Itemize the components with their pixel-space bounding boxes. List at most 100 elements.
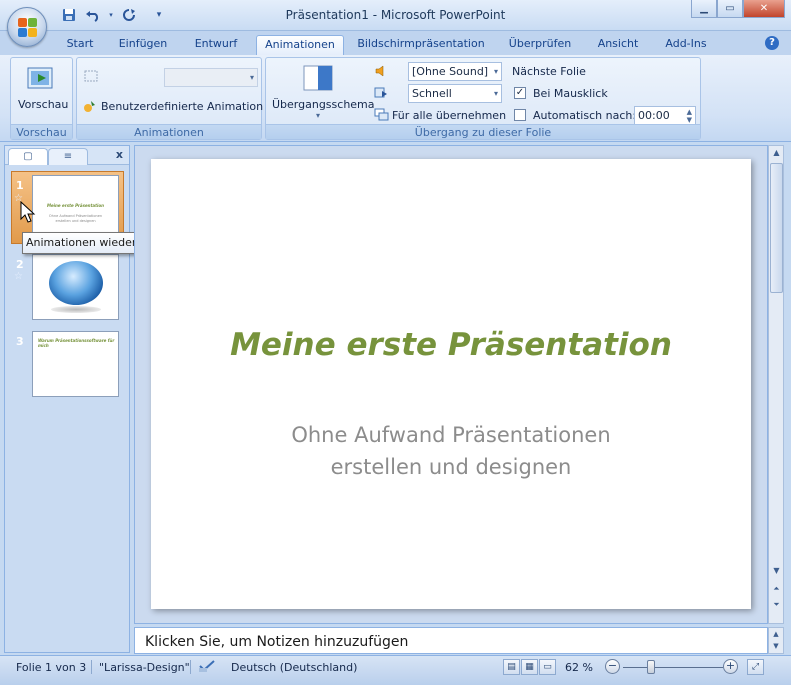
slide-subtitle[interactable]: Ohne Aufwand Präsentationen erstellen un… (151, 419, 751, 483)
preview-button[interactable]: Vorschau (18, 98, 68, 111)
group-label-uebergang: Übergang zu dieser Folie (266, 124, 700, 139)
animate-icon (83, 69, 99, 83)
spellcheck-icon[interactable] (198, 659, 216, 673)
fit-to-window-icon[interactable]: ⤢ (747, 659, 764, 675)
notes-scrollbar[interactable]: ▲ ▼ (768, 627, 784, 654)
maximize-button[interactable]: ▭ (717, 0, 743, 18)
tab-bildschirmpraesentation[interactable]: Bildschirmpräsentation (354, 35, 488, 55)
slide-title[interactable]: Meine erste Präsentation (151, 327, 751, 363)
speed-icon (374, 86, 388, 100)
scroll-thumb[interactable] (770, 163, 783, 293)
title-bar: ▾ ▾ Präsentation1 - Microsoft PowerPoint… (0, 0, 791, 31)
notes-placeholder: Klicken Sie, um Notizen hinzuzufügen (145, 634, 409, 650)
slide-subtitle-line-2: erstellen und designen (330, 455, 572, 479)
zoom-level[interactable]: 62 % (565, 661, 593, 674)
group-animationen: ▾ Benutzerdefinierte Animation Animation… (76, 57, 263, 140)
tab-add-ins[interactable]: Add-Ins (659, 35, 713, 55)
close-button[interactable]: ✕ (743, 0, 785, 18)
notes-pane[interactable]: Klicken Sie, um Notizen hinzuzufügen (134, 627, 768, 654)
preview-icon (25, 64, 57, 96)
slide-canvas[interactable]: Meine erste Präsentation Ohne Aufwand Pr… (151, 159, 751, 609)
pane-close-icon[interactable]: x (116, 148, 123, 161)
chevron-down-icon: ▾ (249, 73, 254, 82)
slide-subtitle-line-1: Ohne Aufwand Präsentationen (291, 423, 611, 447)
transition-scheme-button[interactable]: Übergangsschema (272, 98, 375, 111)
slide-sorter-icon[interactable]: ▦ (521, 659, 538, 675)
chevron-down-icon: ▾ (493, 89, 498, 98)
zoom-slider-knob[interactable] (647, 660, 655, 674)
office-button[interactable] (7, 7, 47, 47)
office-logo-icon (18, 18, 38, 38)
sound-dropdown-value: [Ohne Sound] (412, 65, 489, 78)
auto-time-value: 00:00 (638, 109, 670, 122)
slide-info: Folie 1 von 3 (16, 661, 87, 674)
spinner-icon[interactable]: ▲ ▼ (687, 108, 692, 124)
minimize-button[interactable]: ▁ (691, 0, 717, 18)
slide-thumbnail-3[interactable]: Warum Präsentationssoftware für mich (32, 331, 119, 397)
slide-thumbnail-2[interactable] (32, 254, 119, 320)
speed-dropdown[interactable]: Schnell ▾ (408, 84, 502, 103)
speed-dropdown-value: Schnell (412, 87, 452, 100)
zoom-in-icon[interactable]: + (723, 659, 738, 674)
on-click-checkbox[interactable]: ✓ (514, 87, 526, 99)
auto-time-input[interactable]: 00:00 ▲ ▼ (634, 106, 696, 125)
zoom-out-icon[interactable]: − (605, 659, 620, 674)
group-vorschau: Vorschau Vorschau (10, 57, 73, 140)
ribbon: Vorschau Vorschau ▾ Benutzerdefinierte A… (0, 55, 791, 142)
slide-editing-area: Meine erste Präsentation Ohne Aufwand Pr… (134, 145, 768, 624)
language[interactable]: Deutsch (Deutschland) (231, 661, 357, 674)
thumb-1-subtitle: Ohne Aufwand Präsentationen erstellen un… (48, 214, 103, 223)
chevron-down-icon: ▾ (493, 67, 498, 76)
apply-all-button[interactable]: Für alle übernehmen (392, 109, 506, 122)
tab-ueberpruefen[interactable]: Überprüfen (503, 35, 577, 55)
on-click-label: Bei Mausklick (533, 87, 608, 100)
tab-start[interactable]: Start (60, 35, 100, 55)
tab-entwurf[interactable]: Entwurf (188, 35, 244, 55)
auto-after-checkbox[interactable] (514, 109, 526, 121)
status-bar: Folie 1 von 3 "Larissa-Design" Deutsch (… (0, 655, 791, 685)
slideshow-icon[interactable]: ▭ (539, 659, 556, 675)
status-separator (190, 660, 191, 674)
vertical-scrollbar[interactable]: ▲ ▼ ⏶ ⏷ (768, 145, 784, 624)
tab-outline[interactable]: ≡ (48, 148, 88, 165)
sound-icon (374, 64, 388, 78)
window-title: Präsentation1 - Microsoft PowerPoint (285, 8, 506, 22)
previous-slide-icon[interactable]: ⏶ (770, 582, 783, 596)
ribbon-tabs: Start Einfügen Entwurf Animationen Bilds… (0, 31, 791, 55)
globe-image (49, 261, 103, 305)
next-slide-icon[interactable]: ⏷ (770, 598, 783, 612)
group-label-vorschau: Vorschau (11, 124, 72, 139)
slide-number-2: 2 (16, 258, 24, 271)
slide-number-1: 1 (16, 179, 24, 192)
outline-tab-icon: ≡ (63, 151, 73, 162)
theme-name: "Larissa-Design" (99, 661, 190, 674)
tab-animationen[interactable]: Animationen (256, 35, 344, 55)
transition-scheme-chevron-icon[interactable]: ▾ (316, 111, 320, 120)
apply-all-icon (374, 108, 390, 122)
custom-animation-button[interactable]: Benutzerdefinierte Animation (101, 100, 263, 113)
scroll-up-icon[interactable]: ▲ (770, 146, 783, 160)
globe-shadow (51, 306, 101, 313)
slides-tab-icon: ▢ (23, 151, 33, 162)
scroll-down-icon[interactable]: ▼ (770, 564, 783, 578)
animation-star-icon[interactable]: ☆ (14, 271, 23, 282)
group-label-animationen: Animationen (77, 124, 261, 139)
status-separator (91, 660, 92, 674)
tab-einfuegen[interactable]: Einfügen (113, 35, 173, 55)
help-icon[interactable]: ? (765, 36, 779, 50)
tab-ansicht[interactable]: Ansicht (592, 35, 644, 55)
transition-scheme-icon (302, 64, 334, 92)
tab-slides[interactable]: ▢ (8, 148, 48, 165)
animate-dropdown[interactable]: ▾ (164, 68, 258, 87)
sound-dropdown[interactable]: [Ohne Sound] ▾ (408, 62, 502, 81)
thumb-3-title: Warum Präsentationssoftware für mich (38, 338, 115, 348)
slide-number-3: 3 (16, 335, 24, 348)
zoom-slider-track[interactable] (623, 667, 723, 668)
auto-after-label: Automatisch nach: (533, 109, 637, 122)
mouse-cursor-icon (20, 200, 36, 225)
thumb-1-title: Meine erste Präsentation (46, 203, 104, 208)
next-slide-heading: Nächste Folie (512, 65, 586, 78)
normal-view-icon[interactable]: ▤ (503, 659, 520, 675)
window-controls: ▁ ▭ ✕ (691, 0, 785, 18)
pane-tabs: ▢ ≡ x (5, 146, 129, 165)
